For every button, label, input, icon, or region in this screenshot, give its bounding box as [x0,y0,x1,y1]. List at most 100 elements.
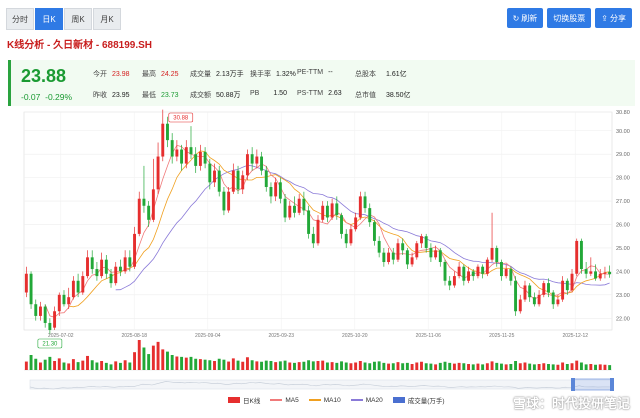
candle [575,238,579,277]
legend-volume[interactable]: 成交量(万手) [392,395,445,405]
candle-body [429,247,433,258]
candle-body [368,208,372,223]
candle-body [43,306,47,323]
candle-body [528,285,532,298]
candle-body [86,257,89,277]
volume-bar [151,345,155,370]
high-label: 最高 [142,71,156,78]
candle-body [137,198,141,234]
pe-value: -- [328,69,333,76]
candle-body [551,292,555,305]
legend-ma5[interactable]: MA5 [270,397,299,404]
volume-bar [288,362,292,370]
candle-body [504,269,508,277]
max-label: 30.88 [173,116,189,122]
volume-bar [194,358,198,370]
candle-body [274,182,278,197]
slider-window [572,378,613,391]
refresh-button[interactable]: ↻ 刷新 [506,8,544,28]
candle-body [128,257,132,267]
volume-bar [189,356,193,370]
legend-kline-label: 日K线 [243,398,261,405]
amount-value: 50.88万 [216,92,241,99]
chart-legend: 日K线 MA5 MA10 MA20 成交量(万手) [228,395,445,405]
y-axis: 22.00 23.00 24.00 25.00 26.00 27.00 28.00 29.00… [616,110,630,322]
candle-body [76,280,80,293]
y-tick-label: 29.00 [616,152,630,158]
volume-bar [467,364,470,370]
shares-value: 1.61亿 [386,71,407,78]
volume-bar [203,359,207,370]
volume-bar [358,361,362,370]
volume-bar [396,362,400,370]
candle-body [401,243,405,251]
candle-body [123,257,127,272]
candle-body [556,299,560,305]
volume-bar [118,362,122,370]
candle-body [325,205,329,218]
switch-stock-button[interactable]: 切换股票 [547,8,592,28]
pb-cell: PB 1.50 [250,90,287,97]
volume-bar [198,359,202,370]
candle-body [297,198,301,213]
candle-body [24,273,28,293]
share-button[interactable]: ⇪ 分享 [595,8,632,28]
volume-bar [236,360,240,370]
candle-body [415,243,419,258]
candle-body [523,285,527,300]
candle-body [608,271,612,275]
volume-bar [109,364,113,370]
pe-label: PE-TTM [297,69,324,76]
legend-ma10[interactable]: MA10 [308,396,341,404]
candle-body [161,123,165,157]
share-icon: ⇪ [601,13,608,23]
toolbar: ↻ 刷新 切换股票 ⇪ 分享 [506,8,632,28]
volume-bar [133,352,137,370]
candle-body [29,273,33,305]
volume-bar [598,364,602,370]
candle-body [410,257,414,265]
volume-bar [297,362,301,370]
candle-body [476,266,480,277]
volume-bar [401,363,405,370]
candle-body [471,271,475,277]
candle-body [565,280,569,291]
tab-0[interactable]: 分时 [6,8,34,30]
volume-bar [250,360,254,370]
legend-ma20[interactable]: MA20 [350,397,383,404]
candle-body [255,156,259,164]
kline-chart[interactable]: 30.88 21.30 22.00 23.00 24.00 25.00 26.00 27.0… [0,108,640,408]
candle-body [48,322,52,330]
volume-bar [166,351,169,370]
pb-label: PB [250,90,260,97]
legend-ma10-label: MA10 [323,396,341,404]
candle-body [184,147,188,164]
volume-bar [245,357,249,370]
y-tick-label: 22.00 [616,316,630,322]
legend-kline[interactable]: 日K线 [228,395,260,405]
turnover-cell: 换手率 1.32% [250,69,296,79]
volume-bar [457,362,461,370]
candle-body [438,250,442,263]
volume-bar [325,362,329,370]
y-tick-label: 27.00 [616,199,630,205]
x-tick-label: 2025-08-18 [121,333,147,339]
volume-bar [608,365,612,370]
candle-body [236,170,240,190]
volume-bar [104,362,108,370]
candle-body [579,240,583,270]
pb-value: 1.50 [273,90,287,97]
candle-body [203,151,207,164]
tab-1[interactable]: 日K [35,8,63,30]
change-value: -0.07 [21,92,41,102]
candle-body [387,252,391,263]
volume-bar [316,361,320,370]
candle-body [208,163,212,183]
candle-body [260,156,264,171]
volume-bar [405,362,409,370]
volume-bar [156,341,160,370]
pe-cell: PE-TTM -- [297,69,333,76]
tab-2[interactable]: 周K [64,8,92,30]
candle-body [118,266,122,272]
tab-3[interactable]: 月K [93,8,121,30]
